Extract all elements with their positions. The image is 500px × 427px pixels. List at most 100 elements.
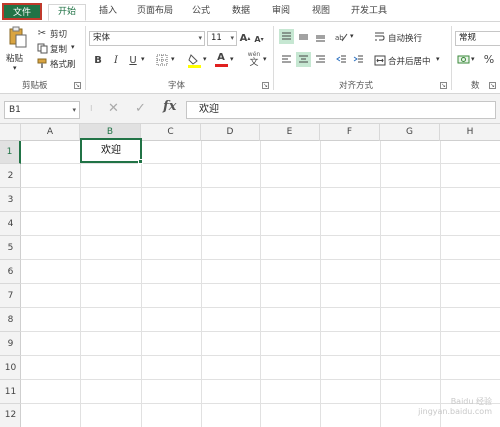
cut-button[interactable]: 剪切 — [50, 28, 67, 40]
wrap-text-icon[interactable] — [373, 29, 386, 43]
grid-line — [201, 141, 202, 427]
bold-button[interactable]: B — [92, 53, 104, 67]
scissors-icon[interactable]: ✂ — [36, 27, 48, 39]
fill-handle[interactable] — [138, 159, 143, 164]
row-header-7[interactable]: 7 — [0, 284, 21, 308]
group-divider — [451, 26, 452, 90]
grow-font-button[interactable]: A ▴ — [239, 31, 251, 45]
row-header-9[interactable]: 9 — [0, 332, 21, 356]
column-header-d[interactable]: D — [201, 124, 260, 141]
column-header-c[interactable]: C — [141, 124, 201, 141]
column-header-f[interactable]: F — [320, 124, 380, 141]
number-launcher-icon[interactable]: ↘ — [489, 82, 496, 89]
fill-color-dropdown-icon[interactable]: ▾ — [203, 55, 207, 63]
row-header-10[interactable]: 10 — [0, 356, 21, 380]
phonetic-dropdown-icon[interactable]: ▾ — [263, 55, 267, 63]
number-format-combo[interactable]: 常规 — [455, 31, 500, 46]
copy-button[interactable]: 复制 — [50, 43, 67, 55]
format-painter-icon[interactable] — [36, 57, 48, 69]
orientation-dropdown-icon[interactable]: ▾ — [350, 32, 354, 40]
row-header-5[interactable]: 5 — [0, 236, 21, 260]
font-name-combo[interactable]: 宋体 ▾ — [89, 31, 205, 46]
grid-line — [380, 141, 381, 427]
watermark-line-2: jingyan.baidu.com — [418, 407, 492, 416]
number-format-value: 常规 — [459, 33, 477, 43]
shrink-font-button[interactable]: A ▾ — [253, 32, 265, 46]
chevron-down-icon[interactable]: ▾ — [72, 102, 76, 118]
borders-dropdown-icon[interactable]: ▾ — [171, 55, 175, 63]
formula-input[interactable]: 欢迎 — [186, 101, 496, 119]
column-header-g[interactable]: G — [380, 124, 440, 141]
format-painter-button[interactable]: 格式刷 — [50, 58, 76, 70]
row-header-8[interactable]: 8 — [0, 308, 21, 332]
row-header-6[interactable]: 6 — [0, 260, 21, 284]
decrease-indent-icon[interactable] — [334, 52, 349, 67]
enter-icon[interactable]: ✓ — [135, 101, 146, 116]
row-header-12[interactable]: 12 — [0, 404, 21, 427]
accounting-dropdown-icon[interactable]: ▾ — [471, 55, 475, 63]
tab-home[interactable]: 开始 — [48, 4, 86, 21]
align-center-icon[interactable] — [296, 52, 311, 67]
tab-view[interactable]: 视图 — [306, 4, 336, 21]
grid-line — [440, 141, 441, 427]
font-group-label: 字体 — [168, 81, 186, 91]
grid-line — [21, 235, 500, 236]
alignment-launcher-icon[interactable]: ↘ — [440, 82, 447, 89]
tab-review[interactable]: 审阅 — [266, 4, 296, 21]
borders-button[interactable] — [155, 53, 169, 67]
tab-file[interactable]: 文件 — [2, 3, 42, 20]
grid-line — [320, 141, 321, 427]
name-box[interactable]: B1 ▾ — [4, 101, 80, 119]
copy-dropdown-icon[interactable]: ▾ — [71, 43, 75, 51]
font-color-button[interactable]: A — [214, 51, 228, 68]
align-left-icon[interactable] — [279, 52, 294, 67]
fill-color-button[interactable] — [187, 52, 201, 68]
row-header-4[interactable]: 4 — [0, 212, 21, 236]
column-header-e[interactable]: E — [260, 124, 320, 141]
italic-button[interactable]: I — [110, 53, 122, 67]
paste-button[interactable] — [6, 26, 28, 48]
font-color-dropdown-icon[interactable]: ▾ — [230, 55, 234, 63]
copy-icon[interactable] — [36, 42, 48, 54]
row-header-2[interactable]: 2 — [0, 164, 21, 188]
grid-line — [80, 141, 81, 427]
accounting-format-icon[interactable] — [456, 52, 470, 67]
phonetic-button[interactable]: wén 文 — [246, 49, 262, 69]
cancel-icon[interactable]: ✕ — [108, 101, 119, 116]
row-header-1[interactable]: 1 — [0, 141, 21, 164]
underline-dropdown-icon[interactable]: ▾ — [141, 55, 145, 63]
merge-center-icon[interactable] — [373, 53, 386, 67]
font-launcher-icon[interactable]: ↘ — [262, 82, 269, 89]
tab-developer[interactable]: 开发工具 — [346, 4, 392, 21]
select-all-corner[interactable] — [0, 124, 21, 141]
orientation-icon[interactable]: ab — [334, 29, 349, 44]
grow-font-icon: A — [239, 32, 248, 44]
merge-dropdown-icon[interactable]: ▾ — [436, 55, 440, 63]
align-top-icon[interactable] — [279, 29, 294, 44]
tab-page-layout[interactable]: 页面布局 — [132, 4, 178, 21]
column-header-a[interactable]: A — [21, 124, 80, 141]
underline-button[interactable]: U — [127, 53, 139, 67]
percent-style-button[interactable]: % — [482, 52, 496, 67]
wrap-text-button[interactable]: 自动换行 — [388, 32, 422, 44]
align-bottom-icon[interactable] — [313, 29, 328, 44]
insert-function-icon[interactable]: fx — [163, 99, 176, 114]
tab-formulas[interactable]: 公式 — [186, 4, 216, 21]
align-right-icon[interactable] — [313, 52, 328, 67]
column-headers: A B C D E F G H — [0, 124, 500, 141]
tab-insert[interactable]: 插入 — [92, 4, 124, 21]
grid-line — [21, 355, 500, 356]
increase-indent-icon[interactable] — [351, 52, 366, 67]
row-header-11[interactable]: 11 — [0, 380, 21, 404]
tab-data[interactable]: 数据 — [226, 4, 256, 21]
grid-line — [21, 283, 500, 284]
merge-center-button[interactable]: 合并后居中 — [388, 55, 431, 67]
clipboard-launcher-icon[interactable]: ↘ — [74, 82, 81, 89]
row-header-3[interactable]: 3 — [0, 188, 21, 212]
row-headers: 1 2 3 4 5 6 7 8 9 10 11 12 — [0, 141, 21, 427]
column-header-h[interactable]: H — [440, 124, 500, 141]
cell-b1[interactable]: 欢迎 — [82, 140, 140, 161]
align-middle-icon[interactable] — [296, 29, 311, 44]
font-size-combo[interactable]: 11 ▾ — [207, 31, 237, 46]
paste-dropdown-icon[interactable]: ▾ — [13, 64, 17, 72]
